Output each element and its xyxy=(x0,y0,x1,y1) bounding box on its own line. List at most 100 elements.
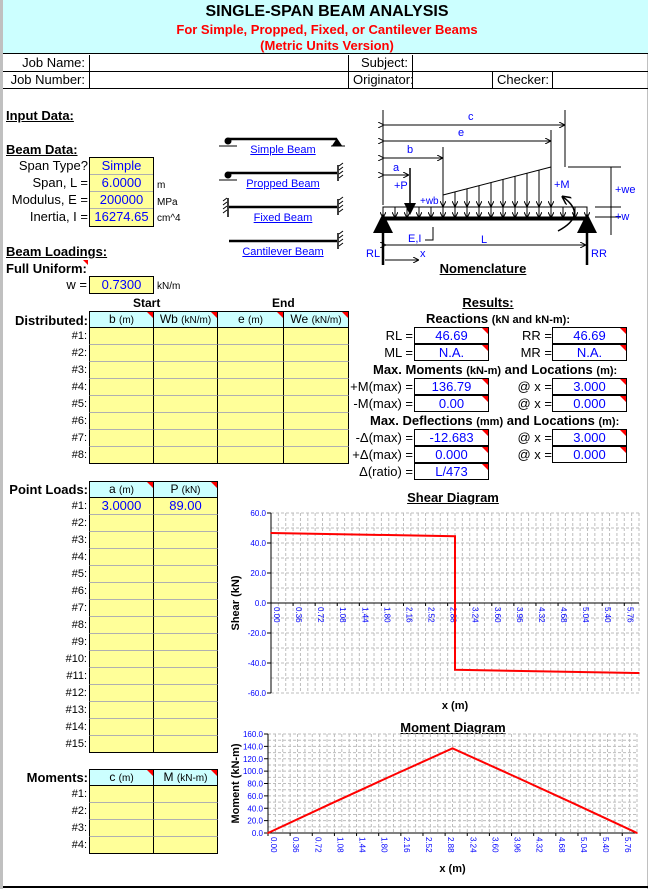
table-cell-input[interactable] xyxy=(89,396,154,413)
table-cell-input[interactable] xyxy=(153,820,218,837)
table-cell-input[interactable] xyxy=(153,786,218,803)
table-cell-input[interactable] xyxy=(89,447,154,464)
table-cell-input[interactable] xyxy=(153,668,218,685)
table-cell-input[interactable] xyxy=(89,702,154,719)
table-cell-input[interactable] xyxy=(153,736,218,753)
table-cell-input[interactable] xyxy=(153,600,218,617)
table-cell-input[interactable] xyxy=(153,685,218,702)
table-cell-input[interactable] xyxy=(283,447,349,464)
table-cell-input[interactable] xyxy=(153,566,218,583)
table-cell-input[interactable] xyxy=(153,413,218,430)
table-cell-input[interactable]: 3.0000 xyxy=(89,498,154,515)
table-cell-input[interactable] xyxy=(283,379,349,396)
table-cell-input[interactable] xyxy=(89,549,154,566)
dim-b-label: b xyxy=(407,144,413,156)
table-cell-input[interactable] xyxy=(89,736,154,753)
row-label: #4: xyxy=(71,839,87,851)
row-label: #4: xyxy=(71,551,87,563)
table-cell-input[interactable] xyxy=(153,532,218,549)
table-cell-input[interactable] xyxy=(153,634,218,651)
table-cell-input[interactable] xyxy=(283,413,349,430)
row-label: #5: xyxy=(71,398,87,410)
column-name: M xyxy=(163,770,174,784)
row-label: #10: xyxy=(65,653,87,665)
column-unit: (kN) xyxy=(181,485,201,496)
table-cell-input[interactable] xyxy=(153,803,218,820)
cantilever-beam-link[interactable]: Cantilever Beam xyxy=(218,246,348,258)
table-cell-input[interactable] xyxy=(89,651,154,668)
table-cell-input[interactable] xyxy=(217,430,284,447)
table-cell-input[interactable] xyxy=(153,396,218,413)
neg-M-x-label: @ x = xyxy=(517,396,552,411)
table-cell-input[interactable] xyxy=(89,600,154,617)
table-cell-input[interactable] xyxy=(217,328,284,345)
table-cell-input[interactable] xyxy=(89,837,154,854)
table-cell-input[interactable] xyxy=(89,362,154,379)
table-cell-input[interactable] xyxy=(89,617,154,634)
x-tick-label: 0.00 xyxy=(269,837,278,853)
x-tick-label: 1.80 xyxy=(382,607,391,623)
table-cell-input[interactable] xyxy=(89,583,154,600)
table-cell-input[interactable]: 89.00 xyxy=(153,498,218,515)
comment-marker xyxy=(482,328,488,334)
modulus-input[interactable]: 200000 xyxy=(90,192,153,209)
table-cell-input[interactable] xyxy=(153,719,218,736)
table-cell-input[interactable] xyxy=(89,379,154,396)
table-cell-input[interactable] xyxy=(153,379,218,396)
w-input[interactable]: 0.7300 xyxy=(89,276,154,294)
table-cell-input[interactable] xyxy=(217,345,284,362)
table-cell-input[interactable] xyxy=(89,685,154,702)
job-name-field[interactable] xyxy=(90,55,349,72)
table-cell-input[interactable] xyxy=(283,362,349,379)
table-cell-input[interactable] xyxy=(89,820,154,837)
subject-field[interactable] xyxy=(413,55,648,72)
table-cell-input[interactable] xyxy=(89,634,154,651)
y-tick-label: 120.0 xyxy=(243,755,264,764)
table-cell-input[interactable] xyxy=(153,617,218,634)
originator-field[interactable] xyxy=(413,72,493,89)
simple-beam-link[interactable]: Simple Beam xyxy=(218,144,348,156)
table-cell-input[interactable] xyxy=(217,396,284,413)
inertia-input[interactable]: 16274.65 xyxy=(90,209,153,226)
table-cell-input[interactable] xyxy=(89,328,154,345)
table-cell-input[interactable] xyxy=(89,532,154,549)
span-type-input[interactable]: Simple xyxy=(90,158,153,175)
span-input[interactable]: 6.0000 xyxy=(90,175,153,192)
table-cell-input[interactable] xyxy=(217,447,284,464)
table-cell-input[interactable] xyxy=(217,379,284,396)
table-cell-input[interactable] xyxy=(153,549,218,566)
table-cell-input[interactable] xyxy=(153,651,218,668)
propped-beam-link[interactable]: Propped Beam xyxy=(218,178,348,190)
table-cell-input[interactable] xyxy=(153,702,218,719)
y-tick-label: 40.0 xyxy=(250,539,266,548)
table-cell-input[interactable] xyxy=(153,345,218,362)
job-number-field[interactable] xyxy=(90,72,349,89)
max-deflections-heading: Max. Deflections (mm) and Locations (m): xyxy=(370,413,619,428)
table-cell-input[interactable] xyxy=(153,328,218,345)
table-cell-input[interactable] xyxy=(217,362,284,379)
table-cell-input[interactable] xyxy=(89,719,154,736)
table-cell-input[interactable] xyxy=(283,328,349,345)
table-cell-input[interactable] xyxy=(153,362,218,379)
table-cell-input[interactable] xyxy=(283,430,349,447)
table-cell-input[interactable] xyxy=(89,786,154,803)
table-cell-input[interactable] xyxy=(89,345,154,362)
table-cell-input[interactable] xyxy=(153,515,218,532)
table-cell-input[interactable] xyxy=(89,430,154,447)
table-cell-input[interactable] xyxy=(217,413,284,430)
table-cell-input[interactable] xyxy=(283,396,349,413)
table-cell-input[interactable] xyxy=(283,345,349,362)
table-cell-input[interactable] xyxy=(153,583,218,600)
pos-defl-x-result: 0.000 xyxy=(552,446,627,463)
table-cell-input[interactable] xyxy=(153,447,218,464)
table-cell-input[interactable] xyxy=(153,837,218,854)
checker-field[interactable] xyxy=(553,72,648,89)
table-cell-input[interactable] xyxy=(89,566,154,583)
table-cell-input[interactable] xyxy=(89,515,154,532)
table-cell-input[interactable] xyxy=(89,413,154,430)
column-header-b: b (m) xyxy=(89,311,154,328)
table-cell-input[interactable] xyxy=(89,668,154,685)
table-cell-input[interactable] xyxy=(153,430,218,447)
fixed-beam-link[interactable]: Fixed Beam xyxy=(218,212,348,224)
table-cell-input[interactable] xyxy=(89,803,154,820)
